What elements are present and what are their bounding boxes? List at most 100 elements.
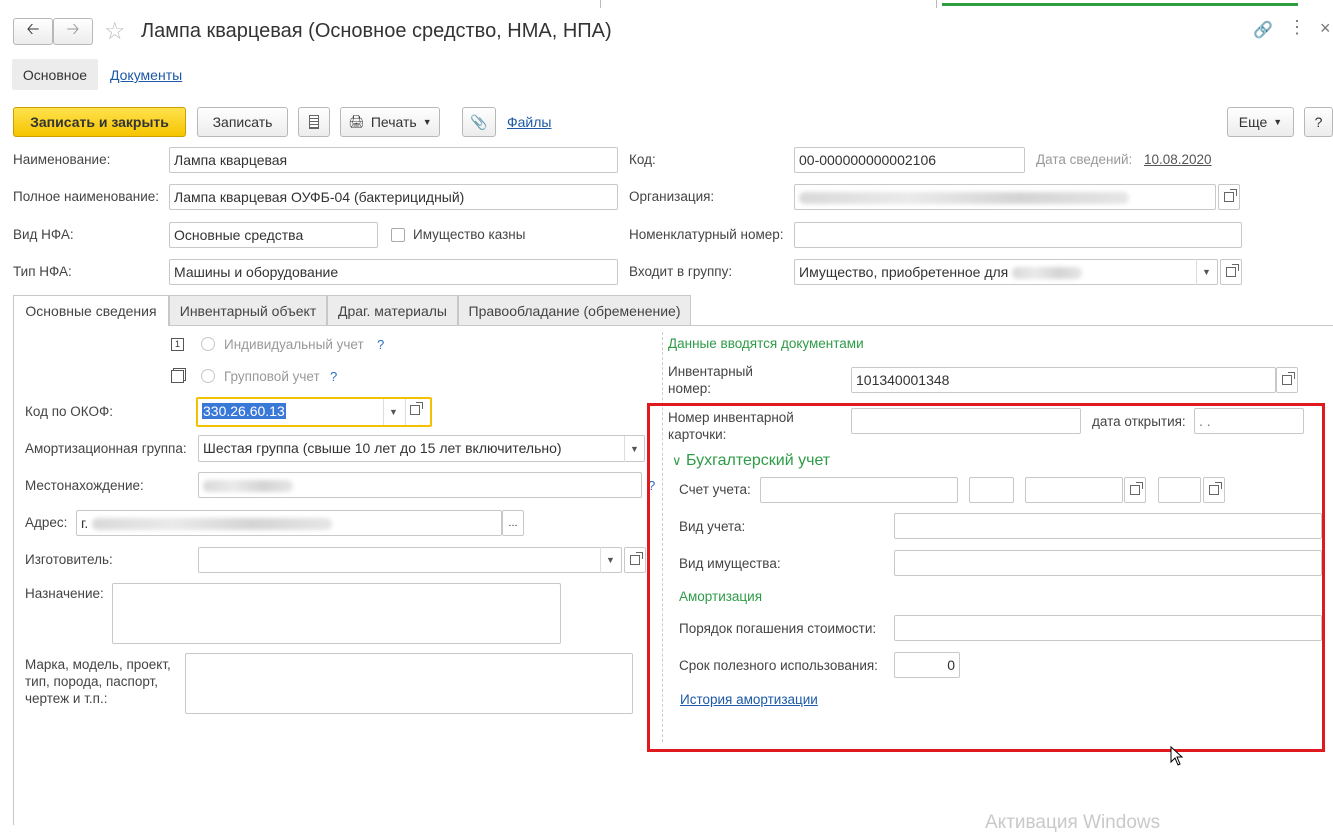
maker-dropdown[interactable]: ▼ — [600, 547, 620, 573]
inv-num-label: Инвентарный номер: — [668, 363, 753, 397]
useful-life-input[interactable]: 0 — [894, 652, 960, 678]
maker-input[interactable] — [198, 547, 622, 573]
account-label: Счет учета: — [679, 482, 751, 497]
maker-open-button[interactable] — [624, 547, 646, 573]
window-top-strip — [0, 0, 1333, 8]
windows-watermark: Активация Windows — [985, 812, 1161, 833]
inv-num-input[interactable]: 101340001348 — [851, 367, 1276, 393]
close-icon[interactable]: × — [1320, 18, 1331, 39]
acc-kind-input[interactable] — [894, 513, 1322, 539]
group-value: Имущество, приобретенное для — [799, 264, 1009, 280]
group-label: Групповой учет — [224, 369, 320, 384]
redacted-org — [799, 192, 1129, 205]
account-subcode-input[interactable] — [969, 477, 1014, 503]
account-kps-input[interactable] — [1158, 477, 1201, 503]
nfa-type-input[interactable]: Машины и оборудование — [169, 259, 618, 285]
help-icon[interactable]: ? — [330, 369, 337, 384]
name-label: Наименование: — [13, 152, 111, 167]
link-icon[interactable]: 🔗 — [1253, 20, 1273, 40]
nfa-kind-input[interactable]: Основные средства — [169, 222, 378, 248]
group-dropdown[interactable]: ▼ — [1196, 259, 1216, 285]
mouse-cursor-icon — [1170, 745, 1184, 769]
group-label: Входит в группу: — [629, 264, 733, 279]
section-main[interactable]: Основное — [12, 59, 98, 90]
account-open-button[interactable] — [1124, 477, 1146, 503]
model-textarea[interactable] — [185, 653, 633, 714]
more-vert-icon[interactable]: ⋮ — [1288, 17, 1306, 38]
group-input[interactable]: Имущество, приобретенное для — [794, 259, 1218, 285]
chevron-down-icon: ▼ — [389, 407, 398, 417]
amort-group-input[interactable]: Шестая группа (свыше 10 лет до 15 лет вк… — [198, 435, 645, 462]
inv-num-label-line: номер: — [668, 381, 712, 396]
tab-inventory[interactable]: Инвентарный объект — [169, 295, 327, 325]
forward-button[interactable]: 🡢 — [53, 18, 93, 45]
code-input[interactable]: 00-000000000002106 — [794, 147, 1025, 173]
save-close-button[interactable]: Записать и закрыть — [13, 107, 186, 137]
card-num-label-line: карточки: — [668, 427, 727, 442]
report-button[interactable] — [298, 107, 330, 137]
address-select-button[interactable]: ... — [502, 510, 524, 536]
chevron-down-icon: ▼ — [422, 117, 432, 127]
info-date-label: Дата сведений: — [1036, 152, 1133, 167]
help-icon[interactable]: ? — [377, 337, 384, 352]
chevron-down-icon: ▼ — [630, 444, 639, 454]
strip-divider — [600, 0, 601, 8]
star-icon[interactable]: ☆ — [104, 17, 126, 46]
treasury-checkbox[interactable] — [391, 228, 405, 242]
nomen-input[interactable] — [794, 222, 1242, 248]
help-button[interactable]: ? — [1304, 107, 1333, 137]
org-label: Организация: — [629, 189, 715, 204]
group-open-button[interactable] — [1220, 259, 1242, 285]
location-label: Местонахождение: — [25, 478, 144, 493]
okof-open-button[interactable] — [410, 402, 423, 417]
individual-radio[interactable] — [201, 337, 215, 351]
property-kind-input[interactable] — [894, 550, 1322, 576]
files-link[interactable]: Файлы — [507, 114, 551, 130]
more-button[interactable]: Еще ▼ — [1227, 107, 1294, 137]
save-button[interactable]: Записать — [197, 107, 288, 137]
tab-rights[interactable]: Правообладание (обременение) — [458, 295, 691, 325]
account-analytics-input[interactable] — [1025, 477, 1123, 503]
amort-group-dropdown[interactable]: ▼ — [624, 436, 644, 462]
org-input[interactable] — [794, 184, 1216, 210]
help-icon[interactable]: ? — [648, 478, 655, 493]
redacted-address — [92, 518, 333, 531]
location-input[interactable] — [198, 472, 642, 498]
account-input[interactable] — [760, 477, 958, 503]
tab-panel-border — [13, 325, 14, 825]
back-button[interactable]: 🡠 — [13, 18, 53, 45]
acc-kind-label: Вид учета: — [679, 519, 746, 534]
open-icon — [1226, 264, 1239, 277]
useful-life-label: Срок полезного использования: — [679, 658, 878, 673]
maker-label: Изготовитель: — [25, 552, 113, 567]
accounting-header-label: Бухгалтерский учет — [685, 452, 831, 469]
tab-precious[interactable]: Драг. материалы — [327, 295, 458, 325]
section-documents[interactable]: Документы — [110, 67, 182, 83]
repay-input[interactable] — [894, 615, 1322, 641]
org-open-button[interactable] — [1218, 184, 1240, 210]
address-prefix: г. — [81, 515, 89, 531]
full-name-input[interactable]: Лампа кварцевая ОУФБ-04 (бактерицидный) — [169, 184, 618, 210]
card-num-input[interactable] — [851, 408, 1081, 434]
open-date-input[interactable]: . . — [1194, 408, 1304, 434]
single-item-icon: 1 — [171, 338, 184, 351]
open-icon — [1224, 189, 1237, 202]
chevron-down-icon: ▼ — [606, 555, 615, 565]
group-radio[interactable] — [201, 369, 215, 383]
name-input[interactable]: Лампа кварцевая — [169, 147, 618, 173]
accounting-section-header[interactable]: ∨ Бухгалтерский учет — [672, 452, 830, 470]
model-label-line: тип, порода, паспорт, — [25, 674, 158, 689]
inv-num-open-button[interactable] — [1276, 367, 1298, 393]
address-input[interactable]: г. — [76, 510, 502, 536]
tab-main-info[interactable]: Основные сведения — [13, 295, 169, 326]
docs-note: Данные вводятся документами — [668, 336, 864, 351]
attach-button[interactable]: 📎 — [462, 107, 496, 137]
amort-history-link[interactable]: История амортизации — [680, 692, 818, 707]
okof-dropdown[interactable]: ▼ — [383, 399, 403, 425]
open-icon — [410, 402, 423, 415]
property-kind-label: Вид имущества: — [679, 556, 781, 571]
purpose-textarea[interactable] — [112, 583, 561, 644]
print-button[interactable]: 🖨 Печать ▼ — [340, 107, 440, 137]
info-date-link[interactable]: 10.08.2020 — [1144, 152, 1212, 167]
account-kps-open-button[interactable] — [1203, 477, 1225, 503]
